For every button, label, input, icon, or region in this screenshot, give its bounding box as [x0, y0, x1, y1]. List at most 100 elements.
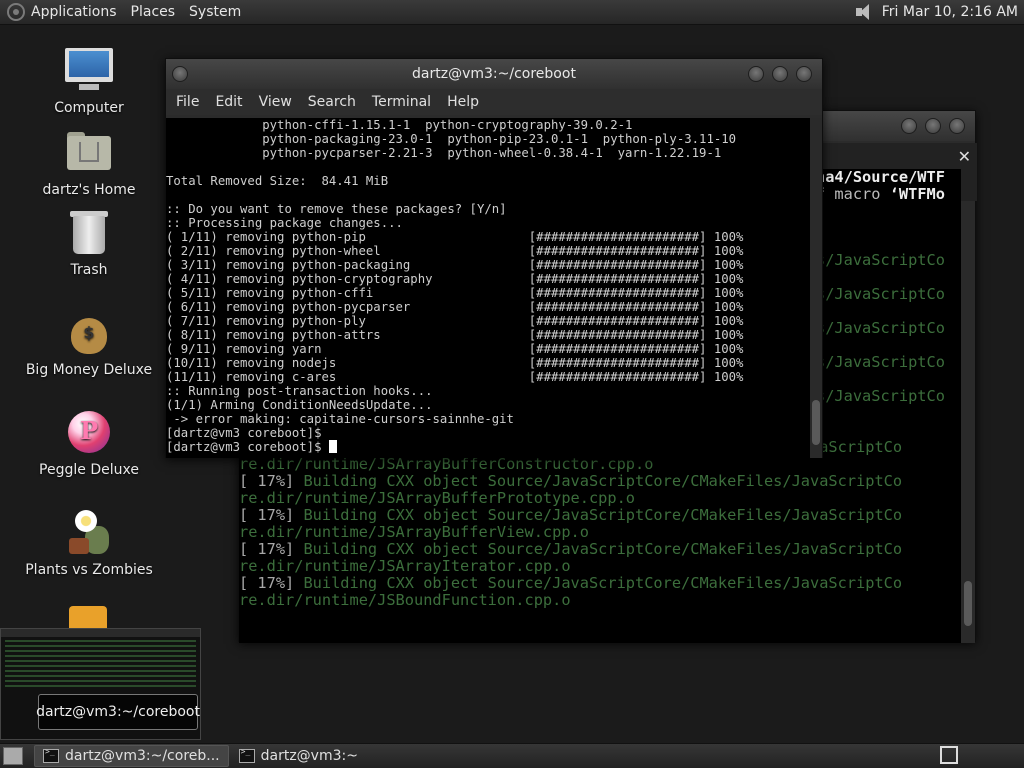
close-button[interactable]	[949, 118, 965, 134]
taskbar-item-label: dartz@vm3:~	[260, 748, 358, 764]
terminal-line: ( 9/11) removing yarn [#################…	[166, 342, 744, 356]
desktop-icon-trash[interactable]: Trash	[24, 208, 154, 278]
build-progress: [ 17%]	[239, 540, 304, 558]
peggle-icon: P	[65, 408, 113, 456]
scrollbar-thumb[interactable]	[964, 581, 972, 626]
menu-file[interactable]: File	[168, 94, 207, 110]
scrollbar[interactable]	[961, 201, 975, 643]
build-output: [ 17%] Building CXX object Source/JavaSc…	[239, 439, 961, 609]
scrollbar[interactable]	[810, 118, 822, 458]
close-button[interactable]	[796, 66, 812, 82]
terminal-output[interactable]: python-cffi-1.15.1-1 python-cryptography…	[166, 118, 811, 458]
preview-line	[5, 660, 196, 662]
preview-line	[5, 670, 196, 672]
desktop-icon-peggle[interactable]: P Peggle Deluxe	[24, 408, 154, 478]
build-progress: [ 17%]	[239, 472, 304, 490]
desktop-icon-pvz[interactable]: Plants vs Zombies	[24, 508, 154, 578]
terminal-line: :: Running post-transaction hooks...	[166, 384, 433, 398]
terminal-line: :: Do you want to remove these packages?…	[166, 202, 507, 216]
computer-icon	[65, 46, 113, 94]
terminal-line: ( 2/11) removing python-wheel [#########…	[166, 244, 744, 258]
taskbar-item-label: dartz@vm3:~/coreb...	[65, 748, 220, 764]
build-text: Building CXX object Source/JavaScriptCor…	[303, 472, 903, 490]
maximize-button[interactable]	[925, 118, 941, 134]
terminal-line: ( 4/11) removing python-cryptography [##…	[166, 272, 744, 286]
build-line-cont: re.dir/runtime/JSArrayBufferPrototype.cp…	[239, 489, 636, 507]
desktop-icon-label: Trash	[70, 262, 108, 278]
distro-logo-icon[interactable]	[7, 3, 25, 21]
build-line: [ 17%] Building CXX object Source/JavaSc…	[239, 507, 961, 524]
desktop-icon-big-money[interactable]: $ Big Money Deluxe	[24, 308, 154, 378]
trash-icon	[65, 208, 113, 256]
minimize-button[interactable]	[901, 118, 917, 134]
build-line-cont: re.dir/runtime/JSArrayBufferView.cpp.o	[239, 523, 589, 541]
terminal-line: ( 8/11) removing python-attrs [#########…	[166, 328, 744, 342]
desktop-icon-label: Computer	[54, 100, 124, 116]
preview-line	[5, 680, 196, 682]
taskbar-item-home[interactable]: dartz@vm3:~	[231, 745, 366, 767]
top-panel: Applications Places System Fri Mar 10, 2…	[0, 0, 1024, 25]
preview-line	[5, 640, 196, 642]
menu-edit[interactable]: Edit	[207, 94, 250, 110]
desktop-icon-label: Peggle Deluxe	[39, 462, 139, 478]
clock[interactable]: Fri Mar 10, 2:16 AM	[882, 4, 1018, 20]
terminal-line: ( 1/11) removing python-pip [###########…	[166, 230, 744, 244]
build-text: Building CXX object Source/JavaScriptCor…	[303, 540, 903, 558]
terminal-line: [dartz@vm3 coreboot]$	[166, 440, 811, 454]
volume-icon[interactable]	[854, 3, 874, 21]
build-line: [ 17%] Building CXX object Source/JavaSc…	[239, 473, 961, 490]
menu-search[interactable]: Search	[300, 94, 364, 110]
build-line-cont: re.dir/runtime/JSArrayIterator.cpp.o	[239, 557, 571, 575]
build-progress: [ 17%]	[239, 506, 304, 524]
terminal-icon	[238, 747, 255, 763]
terminal-window-front[interactable]: dartz@vm3:~/coreboot File Edit View Sear…	[165, 58, 823, 458]
preview-line	[5, 675, 196, 677]
bottom-panel: dartz@vm3:~/coreb... dartz@vm3:~	[0, 743, 1024, 768]
desktop-icon-label: dartz's Home	[42, 182, 136, 198]
maximize-button[interactable]	[772, 66, 788, 82]
preview-menubar	[1, 629, 200, 637]
build-line-cont: re.dir/runtime/JSArrayBufferConstructor.…	[239, 455, 654, 473]
preview-line	[5, 665, 196, 667]
terminal-line: (1/1) Arming ConditionNeedsUpdate...	[166, 398, 433, 412]
menu-help[interactable]: Help	[439, 94, 487, 110]
menu-view[interactable]: View	[251, 94, 300, 110]
build-line: [ 17%] Building CXX object Source/JavaSc…	[239, 541, 961, 558]
menu-places[interactable]: Places	[125, 4, 184, 20]
close-tab-icon[interactable]: ✕	[958, 147, 971, 166]
home-folder-icon	[65, 128, 113, 176]
window-titlebar[interactable]: dartz@vm3:~/coreboot	[166, 59, 822, 89]
terminal-line: python-packaging-23.0-1 python-pip-23.0.…	[166, 132, 737, 146]
terminal-line: [dartz@vm3 coreboot]$	[166, 426, 322, 440]
terminal-icon	[43, 747, 59, 763]
desktop-icon-label: Big Money Deluxe	[25, 362, 153, 378]
preview-line	[5, 655, 196, 657]
desktop-icon-home[interactable]: dartz's Home	[24, 128, 154, 198]
menu-applications[interactable]: Applications	[25, 4, 125, 20]
taskbar-item-coreboot[interactable]: dartz@vm3:~/coreb...	[34, 745, 229, 767]
menu-system[interactable]: System	[183, 4, 249, 20]
terminal-line: -> error making: capitaine-cursors-sainn…	[166, 412, 514, 426]
window-menu-button[interactable]	[172, 66, 188, 82]
build-line: [ 17%] Building CXX object Source/JavaSc…	[239, 575, 961, 592]
partial-fragment: s/JavaScriptCo	[816, 319, 945, 337]
minimize-button[interactable]	[748, 66, 764, 82]
partial-text-bold: ‘WTFMo	[889, 185, 945, 202]
build-line-cont: re.dir/runtime/JSBoundFunction.cpp.o	[239, 591, 571, 609]
terminal-line: ( 5/11) removing python-cffi [##########…	[166, 286, 744, 300]
desktop-icon-computer[interactable]: Computer	[24, 46, 154, 116]
plants-vs-zombies-icon	[65, 508, 113, 556]
partial-fragment: s/JavaScriptCo	[816, 353, 945, 371]
terminal-line: python-pycparser-2.21-3 python-wheel-0.3…	[166, 146, 722, 160]
partial-desktop-icon[interactable]	[69, 606, 107, 628]
workspace-switcher-icon[interactable]	[940, 746, 958, 764]
partial-fragment: s/JavaScriptCo	[816, 251, 945, 269]
show-desktop-icon[interactable]	[3, 747, 23, 765]
terminal-line: :: Processing package changes...	[166, 216, 403, 230]
terminal-line: Total Removed Size: 84.41 MiB	[166, 174, 389, 188]
money-bag-icon: $	[65, 308, 113, 356]
scrollbar-thumb[interactable]	[812, 400, 820, 445]
menu-terminal[interactable]: Terminal	[364, 94, 439, 110]
build-progress: [ 17%]	[239, 574, 304, 592]
